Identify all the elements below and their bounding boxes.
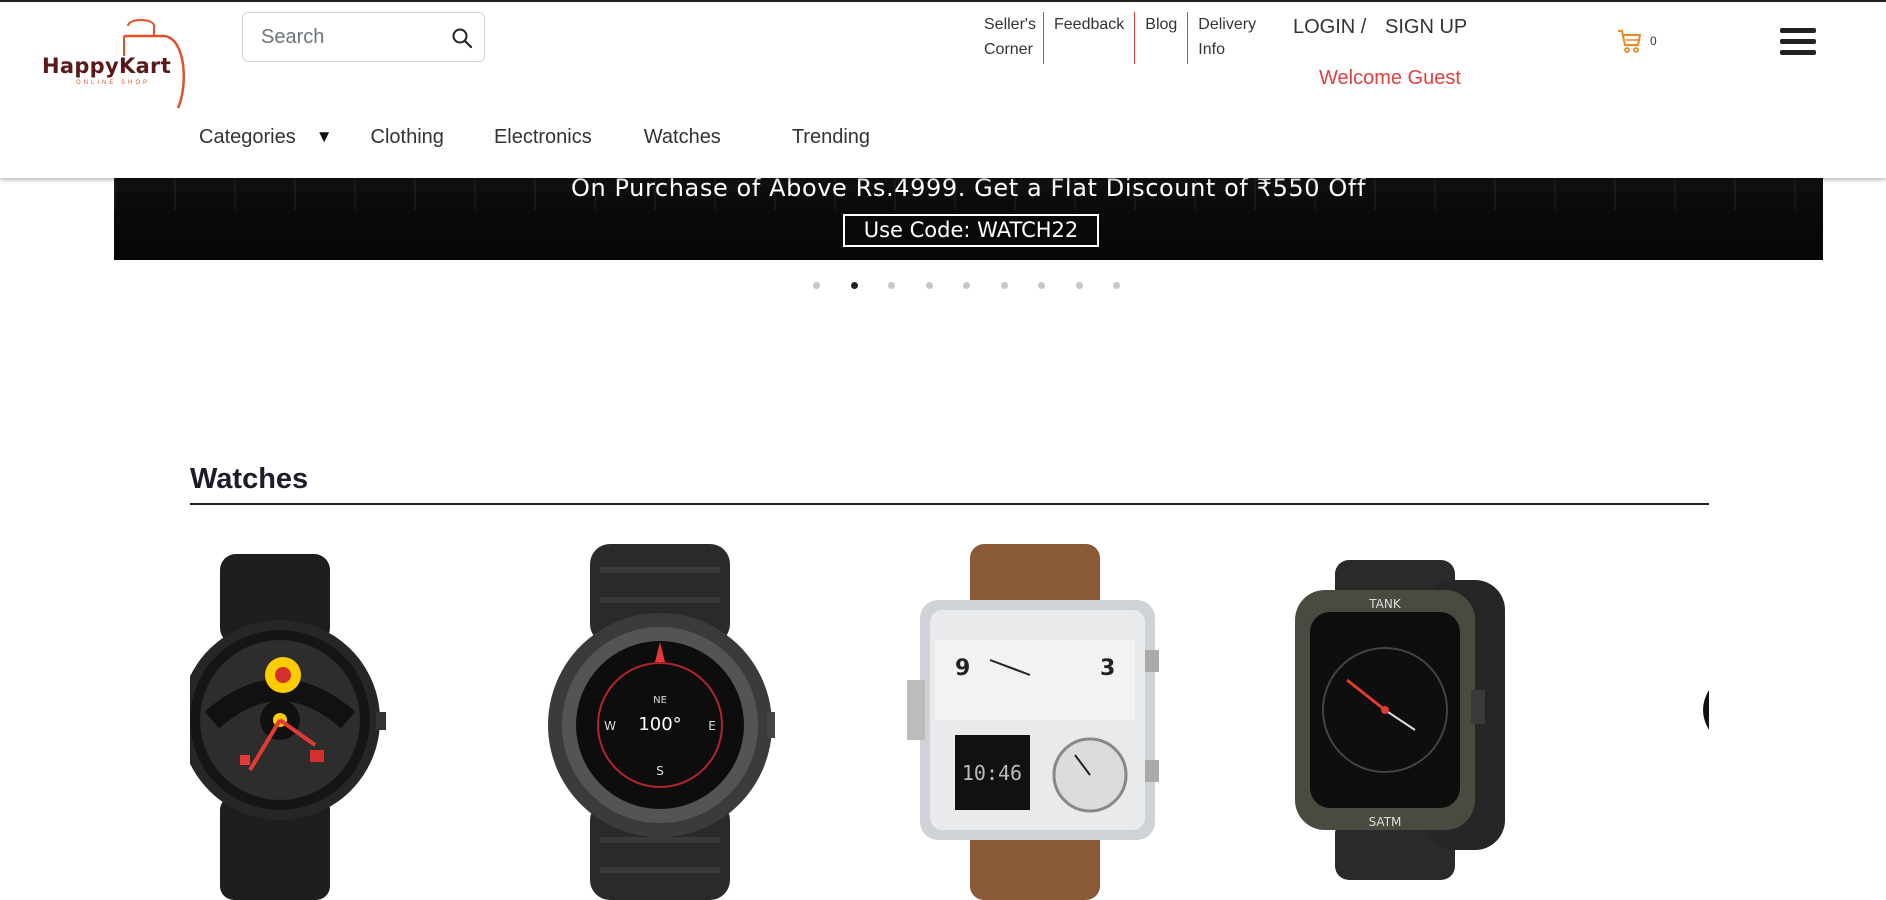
- watch-edge-icon: [1703, 690, 1709, 730]
- welcome-message: Welcome Guest: [1319, 67, 1461, 89]
- svg-text:9: 9: [955, 656, 970, 681]
- brand-logo[interactable]: HappyKart ONLINE SHOP: [36, 16, 196, 112]
- banner-headline: On Purchase of Above Rs.4999. Get a Flat…: [571, 174, 1366, 202]
- product-card-partial[interactable]: [1695, 540, 1709, 900]
- carousel-dot[interactable]: [963, 282, 970, 289]
- compass-dial-smartwatch-icon: 100° NE S W E: [548, 544, 775, 900]
- product-carousel: 100° NE S W E 9 3 10:46 TANK SATM: [190, 540, 1709, 900]
- top-links: Seller's Corner Feedback Blog Delivery I…: [980, 12, 1260, 64]
- feedback-link[interactable]: Feedback: [1044, 12, 1136, 64]
- product-card[interactable]: 100° NE S W E: [545, 540, 775, 900]
- svg-text:SATM: SATM: [1369, 815, 1402, 829]
- blog-link[interactable]: Blog: [1135, 12, 1189, 64]
- svg-text:W: W: [604, 719, 616, 733]
- nav-watches[interactable]: Watches: [644, 126, 721, 149]
- svg-text:E: E: [708, 719, 716, 733]
- sellers-corner-link[interactable]: Seller's Corner: [980, 12, 1044, 64]
- login-link[interactable]: LOGIN /: [1293, 16, 1366, 39]
- svg-text:NE: NE: [653, 695, 667, 706]
- banner-coupon-code: Use Code: WATCH22: [843, 214, 1099, 247]
- categories-dropdown[interactable]: Categories: [199, 126, 296, 149]
- carousel-dot[interactable]: [1038, 282, 1045, 289]
- carousel-dot-active[interactable]: [850, 282, 858, 289]
- svg-text:3: 3: [1100, 656, 1115, 681]
- product-card[interactable]: 9 3 10:46: [905, 540, 1175, 900]
- carousel-dot[interactable]: [925, 282, 933, 289]
- brand-name: HappyKart: [42, 54, 172, 78]
- product-card[interactable]: [190, 540, 400, 900]
- skmei-rectangular-multi-dial-watch-icon: 9 3 10:46: [907, 544, 1159, 900]
- section-title: Watches: [190, 463, 309, 495]
- carousel-dot[interactable]: [1075, 282, 1083, 289]
- svg-text:100°: 100°: [638, 714, 681, 735]
- search-input[interactable]: [261, 23, 441, 51]
- tank-rugged-smartwatch-icon: TANK SATM: [1295, 560, 1505, 880]
- search-icon[interactable]: [451, 27, 473, 49]
- svg-text:TANK: TANK: [1368, 597, 1402, 611]
- carousel-dot[interactable]: [888, 282, 895, 289]
- nav-clothing[interactable]: Clothing: [371, 126, 444, 149]
- site-header: HappyKart ONLINE SHOP Seller's Corner Fe…: [0, 2, 1886, 178]
- cart-icon[interactable]: [1617, 28, 1643, 54]
- dropdown-arrow-icon[interactable]: ▼: [316, 127, 333, 147]
- search-box: [242, 12, 485, 62]
- carousel-dot[interactable]: [1113, 282, 1120, 289]
- section-divider: [190, 503, 1709, 505]
- delivery-info-link[interactable]: Delivery Info: [1188, 12, 1260, 64]
- svg-text:S: S: [656, 764, 664, 778]
- category-nav: Categories ▼ Clothing Electronics Watche…: [199, 122, 870, 152]
- product-card[interactable]: TANK SATM: [1275, 540, 1525, 900]
- carousel-dot[interactable]: [1000, 282, 1008, 289]
- carousel-dot[interactable]: [813, 282, 820, 289]
- hamburger-menu-icon[interactable]: [1780, 28, 1818, 58]
- cart-count: 0: [1650, 34, 1657, 48]
- svg-text:10:46: 10:46: [962, 761, 1022, 785]
- brand-tagline: ONLINE SHOP: [76, 80, 151, 86]
- nav-trending[interactable]: Trending: [792, 126, 870, 149]
- carousel-indicators: [813, 282, 1151, 289]
- signup-link[interactable]: SIGN UP: [1385, 16, 1467, 39]
- nav-electronics[interactable]: Electronics: [494, 126, 592, 149]
- sports-steering-wheel-watch-icon: [190, 554, 386, 900]
